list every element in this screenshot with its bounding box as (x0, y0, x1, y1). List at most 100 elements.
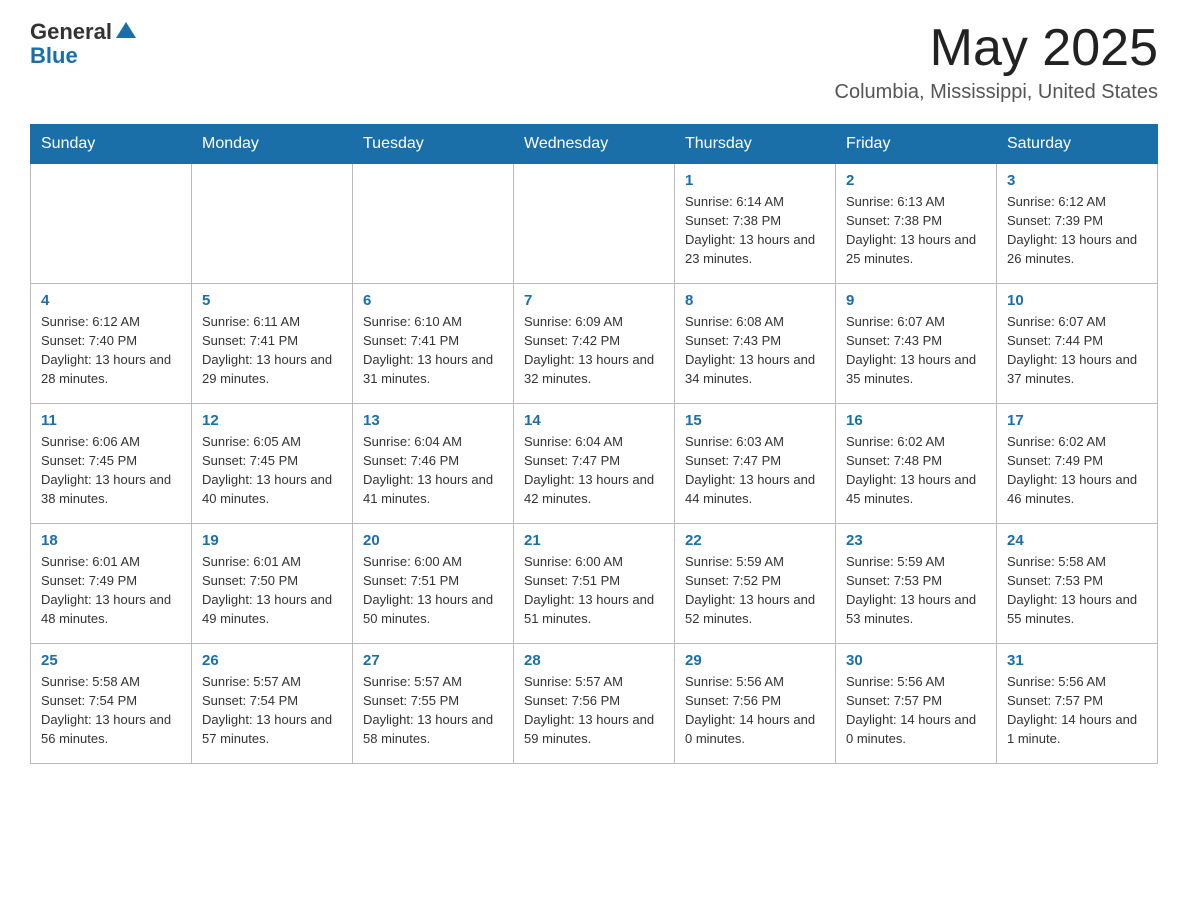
page-header: General Blue May 2025 Columbia, Mississi… (30, 20, 1158, 104)
day-info: Sunrise: 5:58 AMSunset: 7:53 PMDaylight:… (1007, 553, 1147, 628)
day-number: 26 (202, 652, 342, 669)
day-number: 29 (685, 652, 825, 669)
calendar-cell: 19Sunrise: 6:01 AMSunset: 7:50 PMDayligh… (192, 524, 353, 644)
calendar-cell: 29 Sunrise: 5:56 AMSunset: 7:56 PMDayligh… (675, 644, 836, 764)
day-number: 2 (846, 172, 986, 189)
calendar-cell: 13 Sunrise: 6:04 AMSunset: 7:46 PMDayligh… (353, 404, 514, 524)
calendar-cell (353, 164, 514, 284)
calendar-cell (192, 164, 353, 284)
calendar-cell: 14 Sunrise: 6:04 AMSunset: 7:47 PMDayligh… (514, 404, 675, 524)
week-row-4: 18 Sunrise: 6:01 AMSunset: 7:49 PMDayligh… (31, 524, 1158, 644)
day-info: Sunrise: 5:59 AMSunset: 7:53 PMDaylight:… (846, 553, 986, 628)
calendar-table: SundayMondayTuesdayWednesdayThursdayFrid… (30, 124, 1158, 764)
day-number: 4 (41, 292, 181, 309)
calendar-cell: 31Sunrise: 5:56 AMSunset: 7:57 PMDayligh… (997, 644, 1158, 764)
calendar-cell: 18 Sunrise: 6:01 AMSunset: 7:49 PMDayligh… (31, 524, 192, 644)
calendar-cell (514, 164, 675, 284)
day-info: Sunrise: 6:04 AMSunset: 7:46 PMDaylight:… (363, 433, 503, 508)
day-number: 8 (685, 292, 825, 309)
calendar-cell: 12Sunrise: 6:05 AMSunset: 7:45 PMDayligh… (192, 404, 353, 524)
calendar-cell: 6 Sunrise: 6:10 AMSunset: 7:41 PMDaylight… (353, 284, 514, 404)
day-info: Sunrise: 6:02 AMSunset: 7:49 PMDaylight:… (1007, 433, 1147, 508)
day-number: 31 (1007, 652, 1147, 669)
day-info: Sunrise: 5:56 AMSunset: 7:57 PMDaylight:… (846, 673, 986, 748)
calendar-cell: 23 Sunrise: 5:59 AMSunset: 7:53 PMDayligh… (836, 524, 997, 644)
day-info: Sunrise: 6:03 AMSunset: 7:47 PMDaylight:… (685, 433, 825, 508)
calendar-cell: 9 Sunrise: 6:07 AMSunset: 7:43 PMDaylight… (836, 284, 997, 404)
day-info: Sunrise: 6:08 AMSunset: 7:43 PMDaylight:… (685, 313, 825, 388)
calendar-cell: 21Sunrise: 6:00 AMSunset: 7:51 PMDayligh… (514, 524, 675, 644)
day-number: 18 (41, 532, 181, 549)
day-number: 13 (363, 412, 503, 429)
weekday-header-thursday: Thursday (675, 125, 836, 164)
calendar-cell: 26 Sunrise: 5:57 AMSunset: 7:54 PMDayligh… (192, 644, 353, 764)
day-info: Sunrise: 6:07 AMSunset: 7:44 PMDaylight:… (1007, 313, 1147, 388)
title-area: May 2025 Columbia, Mississippi, United S… (835, 20, 1158, 104)
day-number: 10 (1007, 292, 1147, 309)
day-info: Sunrise: 6:10 AMSunset: 7:41 PMDaylight:… (363, 313, 503, 388)
day-info: Sunrise: 6:09 AMSunset: 7:42 PMDaylight:… (524, 313, 664, 388)
day-number: 9 (846, 292, 986, 309)
day-number: 1 (685, 172, 825, 189)
calendar-cell: 1 Sunrise: 6:14 AMSunset: 7:38 PMDaylight… (675, 164, 836, 284)
calendar-cell: 27Sunrise: 5:57 AMSunset: 7:55 PMDayligh… (353, 644, 514, 764)
week-row-2: 4 Sunrise: 6:12 AMSunset: 7:40 PMDaylight… (31, 284, 1158, 404)
calendar-cell: 10 Sunrise: 6:07 AMSunset: 7:44 PMDayligh… (997, 284, 1158, 404)
day-info: Sunrise: 5:57 AMSunset: 7:56 PMDaylight:… (524, 673, 664, 748)
day-info: Sunrise: 5:57 AMSunset: 7:54 PMDaylight:… (202, 673, 342, 748)
day-number: 16 (846, 412, 986, 429)
weekday-header-saturday: Saturday (997, 125, 1158, 164)
day-number: 30 (846, 652, 986, 669)
calendar-cell: 11 Sunrise: 6:06 AMSunset: 7:45 PMDayligh… (31, 404, 192, 524)
day-number: 6 (363, 292, 503, 309)
weekday-header-sunday: Sunday (31, 125, 192, 164)
day-number: 25 (41, 652, 181, 669)
calendar-cell: 2 Sunrise: 6:13 AMSunset: 7:38 PMDaylight… (836, 164, 997, 284)
day-info: Sunrise: 6:13 AMSunset: 7:38 PMDaylight:… (846, 193, 986, 268)
day-number: 5 (202, 292, 342, 309)
day-number: 17 (1007, 412, 1147, 429)
calendar-cell: 7 Sunrise: 6:09 AMSunset: 7:42 PMDaylight… (514, 284, 675, 404)
week-row-1: 1 Sunrise: 6:14 AMSunset: 7:38 PMDaylight… (31, 164, 1158, 284)
day-info: Sunrise: 6:00 AMSunset: 7:51 PMDaylight:… (363, 553, 503, 628)
day-number: 28 (524, 652, 664, 669)
calendar-cell: 20 Sunrise: 6:00 AMSunset: 7:51 PMDayligh… (353, 524, 514, 644)
day-info: Sunrise: 6:00 AMSunset: 7:51 PMDaylight:… (524, 553, 664, 628)
logo: General Blue (30, 20, 136, 68)
day-number: 7 (524, 292, 664, 309)
logo-general-text: General (30, 20, 112, 44)
calendar-cell: 22 Sunrise: 5:59 AMSunset: 7:52 PMDayligh… (675, 524, 836, 644)
day-number: 24 (1007, 532, 1147, 549)
calendar-cell (31, 164, 192, 284)
day-info: Sunrise: 6:12 AMSunset: 7:40 PMDaylight:… (41, 313, 181, 388)
day-info: Sunrise: 6:07 AMSunset: 7:43 PMDaylight:… (846, 313, 986, 388)
calendar-cell: 8 Sunrise: 6:08 AMSunset: 7:43 PMDaylight… (675, 284, 836, 404)
calendar-cell: 16 Sunrise: 6:02 AMSunset: 7:48 PMDayligh… (836, 404, 997, 524)
day-number: 14 (524, 412, 664, 429)
day-number: 23 (846, 532, 986, 549)
location-subtitle: Columbia, Mississippi, United States (835, 81, 1158, 104)
day-info: Sunrise: 6:01 AMSunset: 7:49 PMDaylight:… (41, 553, 181, 628)
calendar-cell: 5Sunrise: 6:11 AMSunset: 7:41 PMDaylight… (192, 284, 353, 404)
day-info: Sunrise: 5:58 AMSunset: 7:54 PMDaylight:… (41, 673, 181, 748)
day-number: 22 (685, 532, 825, 549)
calendar-header-row: SundayMondayTuesdayWednesdayThursdayFrid… (31, 125, 1158, 164)
month-title: May 2025 (835, 20, 1158, 77)
day-number: 20 (363, 532, 503, 549)
calendar-cell: 28 Sunrise: 5:57 AMSunset: 7:56 PMDayligh… (514, 644, 675, 764)
day-info: Sunrise: 6:05 AMSunset: 7:45 PMDaylight:… (202, 433, 342, 508)
day-info: Sunrise: 6:04 AMSunset: 7:47 PMDaylight:… (524, 433, 664, 508)
weekday-header-wednesday: Wednesday (514, 125, 675, 164)
day-info: Sunrise: 5:59 AMSunset: 7:52 PMDaylight:… (685, 553, 825, 628)
day-info: Sunrise: 6:02 AMSunset: 7:48 PMDaylight:… (846, 433, 986, 508)
week-row-3: 11 Sunrise: 6:06 AMSunset: 7:45 PMDayligh… (31, 404, 1158, 524)
day-number: 19 (202, 532, 342, 549)
week-row-5: 25 Sunrise: 5:58 AMSunset: 7:54 PMDayligh… (31, 644, 1158, 764)
day-info: Sunrise: 5:57 AMSunset: 7:55 PMDaylight:… (363, 673, 503, 748)
day-number: 11 (41, 412, 181, 429)
day-info: Sunrise: 6:06 AMSunset: 7:45 PMDaylight:… (41, 433, 181, 508)
weekday-header-friday: Friday (836, 125, 997, 164)
weekday-header-monday: Monday (192, 125, 353, 164)
day-info: Sunrise: 5:56 AMSunset: 7:56 PMDaylight:… (685, 673, 825, 748)
day-info: Sunrise: 6:14 AMSunset: 7:38 PMDaylight:… (685, 193, 825, 268)
